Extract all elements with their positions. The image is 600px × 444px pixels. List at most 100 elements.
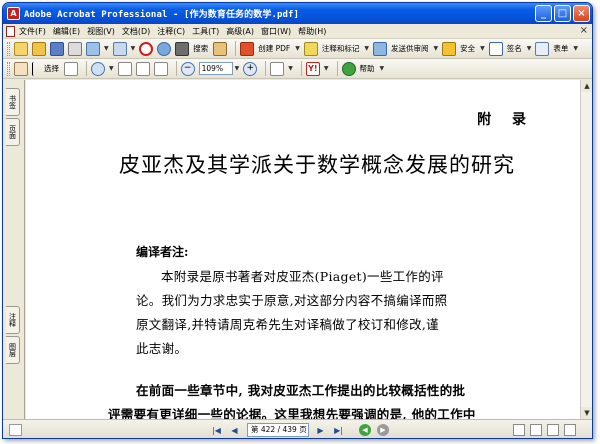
- help-dropdown-icon[interactable]: ▼: [380, 65, 385, 72]
- rotate-view-icon[interactable]: [270, 61, 285, 76]
- send-review-icon[interactable]: [373, 41, 387, 56]
- editor-note-line: 论。我们为力求忠实于原意,对这部分内容不搞编译而照: [136, 293, 448, 308]
- sign-label[interactable]: 签名: [507, 43, 522, 54]
- attach-icon[interactable]: [112, 41, 127, 56]
- menu-bar: 文件(F) 编辑(E) 视图(V) 文档(D) 注释(C) 工具(T) 高级(A…: [3, 24, 592, 39]
- menu-document[interactable]: 文档(D): [122, 26, 150, 37]
- navigation-panel: 书签 页面 注释 图层: [3, 80, 25, 419]
- menu-window[interactable]: 窗口(W): [261, 26, 291, 37]
- forms-label[interactable]: 表单: [553, 43, 568, 54]
- secure-dropdown-icon[interactable]: ▼: [480, 45, 485, 52]
- web-icon[interactable]: [157, 41, 172, 56]
- toolbar-separator: [175, 61, 177, 76]
- fit-width-icon[interactable]: [153, 61, 168, 76]
- minimize-button[interactable]: _: [535, 5, 552, 22]
- tab-pages[interactable]: 页面: [6, 118, 20, 146]
- vertical-scrollbar[interactable]: ▲ ▼: [580, 80, 592, 419]
- comment-markup-dropdown-icon[interactable]: ▼: [364, 45, 369, 52]
- tab-layers[interactable]: 图层: [6, 336, 20, 364]
- tab-bookmarks[interactable]: 书签: [6, 88, 20, 116]
- document-close-icon[interactable]: ×: [580, 25, 588, 36]
- open-folder-icon[interactable]: [14, 41, 28, 56]
- document-menu-icon[interactable]: [6, 25, 15, 37]
- last-page-icon[interactable]: ▶|: [332, 424, 345, 436]
- next-page-icon[interactable]: ▶: [314, 424, 327, 436]
- save-icon[interactable]: [50, 41, 64, 56]
- select-label[interactable]: 选择: [44, 63, 59, 74]
- zoom-out-icon[interactable]: −: [180, 61, 195, 76]
- next-view-icon[interactable]: ▶: [377, 424, 389, 436]
- yahoo-dropdown-icon[interactable]: ▼: [324, 65, 329, 72]
- attach-dropdown-icon[interactable]: ▼: [131, 45, 136, 52]
- zoom-input[interactable]: 109%: [198, 62, 233, 75]
- previous-view-icon[interactable]: ◀: [359, 424, 371, 436]
- binoculars-icon[interactable]: [175, 41, 190, 56]
- scroll-down-icon[interactable]: ▼: [581, 407, 592, 419]
- zoom-dropdown-icon[interactable]: ▼: [109, 65, 114, 72]
- continuous-facing-icon[interactable]: [564, 424, 576, 436]
- comment-markup-label[interactable]: 注释和标记: [322, 43, 360, 54]
- zoom-plus-icon[interactable]: +: [243, 61, 258, 76]
- send-review-dropdown-icon[interactable]: ▼: [434, 45, 439, 52]
- organizer-icon[interactable]: [32, 41, 46, 56]
- continuous-icon[interactable]: [530, 424, 542, 436]
- select-text-icon[interactable]: [32, 61, 40, 76]
- secure-label[interactable]: 安全: [460, 43, 475, 54]
- tab-comments[interactable]: 注释: [6, 306, 20, 334]
- print-icon[interactable]: [68, 41, 82, 56]
- search-label[interactable]: 搜索: [193, 43, 208, 54]
- page-number-input[interactable]: 第 422 / 439 页: [247, 423, 309, 437]
- close-button[interactable]: ×: [573, 5, 590, 22]
- facing-icon[interactable]: [547, 424, 559, 436]
- yahoo-toolbar-icon[interactable]: Y!: [305, 61, 320, 76]
- hand-tool-icon[interactable]: [14, 61, 28, 76]
- first-page-icon[interactable]: |◀: [210, 424, 223, 436]
- document-title: 皮亚杰及其学派关于数学概念发展的研究: [119, 153, 515, 177]
- menu-comments[interactable]: 注释(C): [157, 26, 185, 37]
- toolbar-separator: [300, 61, 302, 76]
- toolbar-separator: [336, 61, 338, 76]
- status-bar: |◀ ◀ 第 422 / 439 页 ▶ ▶| ◀ ▶: [3, 419, 592, 438]
- title-bar[interactable]: A Adobe Acrobat Professional - [作为数育任务的数…: [3, 3, 592, 24]
- sign-icon[interactable]: [488, 41, 503, 56]
- send-review-label[interactable]: 发送供审阅: [391, 43, 429, 54]
- help-icon[interactable]: [341, 61, 356, 76]
- menu-advanced[interactable]: 高级(A): [226, 26, 254, 37]
- snapshot-icon[interactable]: [64, 61, 78, 76]
- comment-markup-icon[interactable]: [303, 41, 318, 56]
- fit-page-icon[interactable]: [135, 61, 150, 76]
- single-page-icon[interactable]: [513, 424, 525, 436]
- rotate-dropdown-icon[interactable]: ▼: [288, 65, 293, 72]
- forms-dropdown-icon[interactable]: ▼: [573, 45, 578, 52]
- menu-help[interactable]: 帮助(H): [298, 26, 326, 37]
- editor-note-line: 本附录是原书著者对皮亚杰(Piaget)一些工作的评: [161, 269, 444, 284]
- email-icon[interactable]: [86, 41, 100, 56]
- menu-view[interactable]: 视图(V): [87, 26, 115, 37]
- forms-icon[interactable]: [535, 41, 550, 56]
- lock-icon[interactable]: [442, 41, 457, 56]
- previous-page-icon[interactable]: ◀: [228, 424, 241, 436]
- create-pdf-dropdown-icon[interactable]: ▼: [295, 45, 300, 52]
- zoom-in-icon[interactable]: [91, 61, 105, 76]
- window-controls: _ □ ×: [535, 5, 590, 22]
- toolbar-grip[interactable]: [7, 41, 10, 56]
- pdf-page[interactable]: 附 录 皮亚杰及其学派关于数学概念发展的研究 编译者注: 本附录是原书著者对皮亚…: [26, 80, 580, 419]
- menu-tools[interactable]: 工具(T): [192, 26, 219, 37]
- email-dropdown-icon[interactable]: ▼: [104, 45, 109, 52]
- menu-edit[interactable]: 编辑(E): [53, 26, 80, 37]
- window-title: Adobe Acrobat Professional - [作为数育任务的数学.…: [24, 10, 300, 20]
- hand-sign-icon[interactable]: [213, 41, 228, 56]
- main-toolbar: ▼ ▼ 搜索 创建 PDF ▼ 注释和标记 ▼ 发送供审阅 ▼ 安全 ▼ 签名 …: [3, 39, 592, 59]
- zoom-value-dropdown-icon[interactable]: ▼: [235, 65, 240, 72]
- toolbar-grip[interactable]: [7, 61, 10, 76]
- help-label[interactable]: 帮助: [360, 63, 375, 74]
- page-size-icon[interactable]: [9, 424, 22, 436]
- maximize-button[interactable]: □: [554, 5, 571, 22]
- create-pdf-icon[interactable]: [240, 41, 255, 56]
- menu-file[interactable]: 文件(F): [19, 26, 46, 37]
- scroll-up-icon[interactable]: ▲: [581, 80, 592, 92]
- sign-dropdown-icon[interactable]: ▼: [527, 45, 532, 52]
- create-pdf-label[interactable]: 创建 PDF: [258, 43, 290, 54]
- actual-size-icon[interactable]: [117, 61, 132, 76]
- stop-icon[interactable]: [139, 41, 154, 56]
